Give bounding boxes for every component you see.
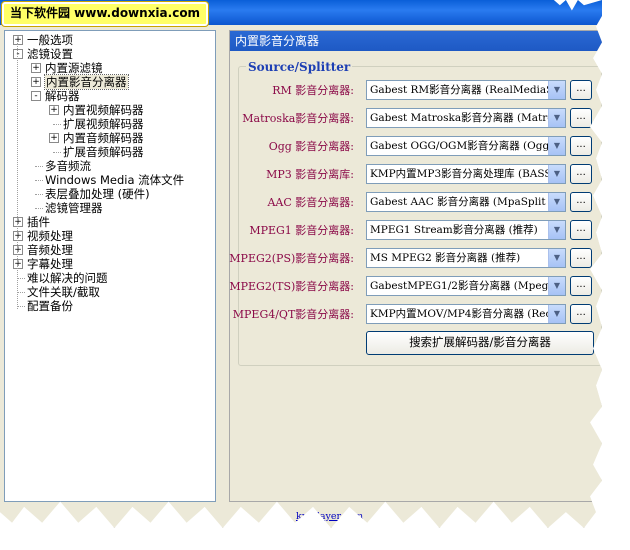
chevron-down-icon[interactable]: ▼ — [548, 81, 565, 99]
tree-item-label: 内置影音分离器 — [44, 74, 129, 90]
chevron-down-icon[interactable]: ▼ — [548, 109, 565, 127]
expand-icon[interactable]: + — [13, 245, 23, 255]
splitter-config-button[interactable]: ... — [570, 80, 592, 100]
tree-connector — [35, 194, 43, 195]
tree-connector — [17, 278, 25, 279]
splitter-select[interactable]: GabestMPEG1/2影音分离器 (MpegSp ▼ — [366, 276, 566, 296]
settings-window: + 一般选项 - 滤镜设置 + 内置源滤镜 + 内置影音分离器 - 解码器 + 内置视频解码器 扩展视频… — [0, 0, 602, 528]
tree-item-label: 表层叠加处理 (硬件) — [45, 187, 150, 201]
splitter-label: MPEG1 影音分离器: — [249, 224, 354, 237]
tree-item-label: 内置源滤镜 — [45, 61, 103, 75]
splitter-label: MP3 影音分离库: — [266, 168, 354, 181]
tree-item-label: 难以解决的问题 — [27, 271, 108, 285]
splitter-label: MPEG2(TS)影音分离器: — [229, 280, 354, 293]
splitter-select-value: KMP内置MP3影音分离处理库 (BASS. — [370, 168, 555, 180]
tree-item-label: 扩展音频解码器 — [63, 145, 144, 159]
watermark-banner: 当下软件园 www.downxia.com — [2, 2, 209, 26]
splitter-select-value: Gabest Matroska影音分离器 (Matro — [370, 112, 554, 124]
expand-icon[interactable]: + — [13, 259, 23, 269]
splitter-config-button[interactable]: ... — [570, 108, 592, 128]
search-external-decoders-button[interactable]: 搜索扩展解码器/影音分离器 — [366, 331, 594, 355]
expand-icon[interactable]: + — [49, 133, 59, 143]
expand-icon[interactable]: + — [13, 217, 23, 227]
splitter-config-button[interactable]: ... — [570, 164, 592, 184]
chevron-down-icon[interactable]: ▼ — [548, 137, 565, 155]
splitter-config-button[interactable]: ... — [570, 220, 592, 240]
panel-header: 内置影音分离器 — [230, 31, 602, 51]
splitter-config-button[interactable]: ... — [570, 304, 592, 324]
tree-item-label: 插件 — [27, 215, 50, 229]
settings-tree[interactable]: + 一般选项 - 滤镜设置 + 内置源滤镜 + 内置影音分离器 - 解码器 + 内置视频解码器 扩展视频… — [4, 30, 216, 502]
splitter-config-button[interactable]: ... — [570, 192, 592, 212]
chevron-down-icon[interactable]: ▼ — [548, 221, 565, 239]
splitter-select[interactable]: MPEG1 Stream影音分离器 (推荐) ▼ — [366, 220, 566, 240]
expand-icon[interactable]: + — [49, 105, 59, 115]
splitter-select-value: GabestMPEG1/2影音分离器 (MpegSp — [370, 280, 563, 292]
splitter-label: RM 影音分离器: — [272, 84, 354, 97]
splitter-label: AAC 影音分离器: — [267, 196, 354, 209]
splitter-select[interactable]: Gabest AAC 影音分离器 (MpaSplit ▼ — [366, 192, 566, 212]
splitter-label: MPEG2(PS)影音分离器: — [229, 252, 354, 265]
tree-connector — [35, 208, 43, 209]
splitter-select-value: Gabest OGG/OGM影音分离器 (OggSp — [370, 140, 564, 152]
splitter-select-value: MPEG1 Stream影音分离器 (推荐) — [370, 224, 538, 236]
splitter-label: Ogg 影音分离器: — [268, 140, 354, 153]
splitter-select[interactable]: MS MPEG2 影音分离器 (推荐) ▼ — [366, 248, 566, 268]
splitter-select-value: Gabest AAC 影音分离器 (MpaSplit — [370, 196, 546, 208]
expand-icon[interactable]: + — [13, 231, 23, 241]
chevron-down-icon[interactable]: ▼ — [548, 305, 565, 323]
splitter-label: MPEG4/QT影音分离器: — [232, 308, 354, 321]
tree-connector — [17, 43, 18, 309]
tree-item-label: 扩展视频解码器 — [63, 117, 144, 131]
tree-item-label: 滤镜管理器 — [45, 201, 103, 215]
splitter-select[interactable]: Gabest OGG/OGM影音分离器 (OggSp ▼ — [366, 136, 566, 156]
expand-icon[interactable]: + — [31, 63, 41, 73]
group-title: Source/Splitter — [246, 60, 353, 74]
tree-item-label: 解码器 — [45, 89, 80, 103]
tree-item-label: 视频处理 — [27, 229, 73, 243]
tree-item-label: 内置音频解码器 — [63, 131, 144, 145]
tree-item-label: 内置视频解码器 — [63, 103, 144, 117]
tree-item-label: 音频处理 — [27, 243, 73, 257]
tree-item-label: 一般选项 — [27, 33, 73, 47]
chevron-down-icon[interactable]: ▼ — [548, 165, 565, 183]
chevron-down-icon[interactable]: ▼ — [548, 277, 565, 295]
tree-connector — [53, 152, 61, 153]
splitter-config-button[interactable]: ... — [570, 276, 592, 296]
collapse-icon[interactable]: - — [13, 49, 23, 59]
splitter-select-value: KMP内置MOV/MP4影音分离器 (Recon — [370, 308, 565, 320]
collapse-icon[interactable]: - — [31, 91, 41, 101]
splitter-label: Matroska影音分离器: — [242, 112, 354, 125]
splitter-select-value: Gabest RM影音分离器 (RealMediaS — [370, 84, 554, 96]
splitter-select[interactable]: KMP内置MOV/MP4影音分离器 (Recon ▼ — [366, 304, 566, 324]
tree-connector — [35, 180, 43, 181]
splitter-select[interactable]: Gabest RM影音分离器 (RealMediaS ▼ — [366, 80, 566, 100]
tree-connector — [53, 124, 61, 125]
tree-item-label: 文件关联/截取 — [27, 285, 100, 299]
tree-item-label: 滤镜设置 — [27, 47, 73, 61]
splitter-select-value: MS MPEG2 影音分离器 (推荐) — [370, 252, 521, 264]
splitter-select[interactable]: Gabest Matroska影音分离器 (Matro ▼ — [366, 108, 566, 128]
splitter-config-button[interactable]: ... — [570, 136, 592, 156]
chevron-down-icon[interactable]: ▼ — [548, 193, 565, 211]
tree-item-label: 字幕处理 — [27, 257, 73, 271]
splitter-select[interactable]: KMP内置MP3影音分离处理库 (BASS. ▼ — [366, 164, 566, 184]
kmplayer-link[interactable]: kmplayer.com — [296, 511, 363, 522]
tree-connector — [17, 306, 25, 307]
chevron-down-icon[interactable]: ▼ — [548, 249, 565, 267]
tree-item-label: 配置备份 — [27, 299, 73, 313]
tree-item-label: Windows Media 流体文件 — [45, 173, 185, 187]
splitter-config-button[interactable]: ... — [570, 248, 592, 268]
expand-icon[interactable]: + — [13, 35, 23, 45]
tree-item-label: 多音频流 — [45, 159, 91, 173]
tree-connector — [35, 166, 43, 167]
expand-icon[interactable]: + — [31, 77, 41, 87]
tree-connector — [17, 292, 25, 293]
